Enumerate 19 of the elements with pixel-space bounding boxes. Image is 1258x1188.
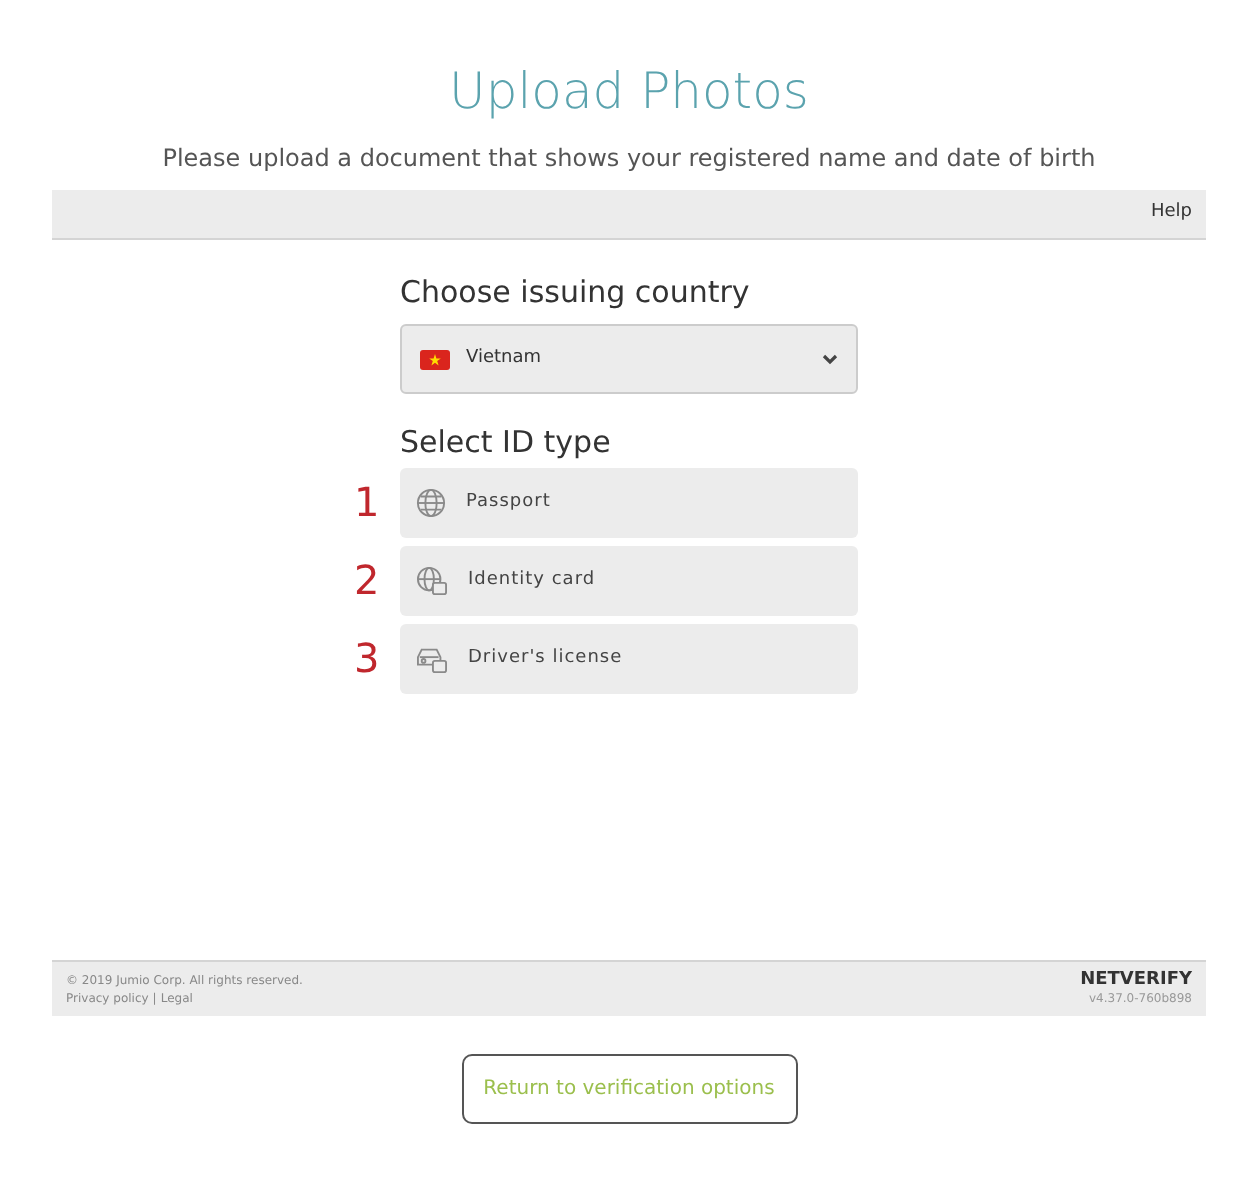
country-select[interactable]: Vietnam xyxy=(400,324,858,394)
country-heading: Choose issuing country xyxy=(400,272,752,312)
globe-card-icon xyxy=(416,566,448,596)
country-value: Vietnam xyxy=(466,345,544,372)
car-card-icon xyxy=(416,644,448,674)
step-number: 2 xyxy=(354,554,380,606)
chevron-down-icon xyxy=(822,353,838,365)
id-type-option[interactable]: Identity card xyxy=(400,546,858,616)
id-type-option[interactable]: Driver's license xyxy=(400,624,858,694)
page-subtitle: Please upload a document that shows your registered name and date of birth xyxy=(162,142,1096,174)
id-type-heading: Select ID type xyxy=(400,422,613,462)
globe-icon xyxy=(416,488,446,518)
id-type-option[interactable]: Passport xyxy=(400,468,858,538)
page-title: Upload Photos xyxy=(449,60,809,124)
step-number: 3 xyxy=(354,632,380,684)
brand-name: NETVERIFY xyxy=(1080,969,1192,989)
help-link[interactable]: Help xyxy=(1150,200,1192,228)
step-number: 1 xyxy=(354,476,380,528)
flag-icon xyxy=(420,349,450,369)
